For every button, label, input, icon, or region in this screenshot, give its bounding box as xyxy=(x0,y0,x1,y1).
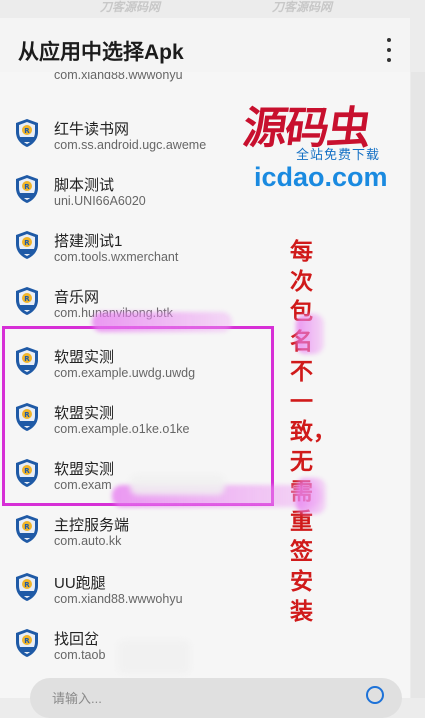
ruanmeng-shield-icon: R xyxy=(14,174,40,204)
watermark-logo: 源码虫 全站免费下载 icdao.com xyxy=(240,92,416,202)
ruanmeng-shield-icon: R xyxy=(14,286,40,316)
svg-text:R: R xyxy=(24,637,30,645)
highlight-smear xyxy=(296,314,324,354)
svg-text:R: R xyxy=(24,295,30,303)
logo-url: icdao.com xyxy=(254,162,388,192)
svg-text:R: R xyxy=(24,239,30,247)
list-item[interactable]: R 搭建测试1 com.tools.wxmerchant xyxy=(0,218,410,274)
package-name: com.tools.wxmerchant xyxy=(54,250,179,264)
list-item[interactable]: R 主控服务端 com.auto.kk xyxy=(0,502,410,558)
ruanmeng-shield-icon: R xyxy=(14,118,40,148)
app-name: 音乐网 xyxy=(54,289,100,306)
svg-text:R: R xyxy=(24,127,30,135)
page-title: 从应用中选择Apk xyxy=(18,41,184,64)
package-name: com.xiand88.wwwohyu xyxy=(54,72,183,82)
package-name: com.xiand88.wwwohyu xyxy=(54,592,183,606)
package-name: com.auto.kk xyxy=(54,534,122,548)
app-name: 脚本测试 xyxy=(54,177,115,194)
search-icon[interactable] xyxy=(366,686,384,704)
more-vert-icon[interactable] xyxy=(384,38,394,62)
top-watermark: 刀客源码网 刀客源码网 xyxy=(0,0,425,18)
app-name: 红牛读书网 xyxy=(54,121,130,138)
svg-text:R: R xyxy=(24,581,30,589)
ruanmeng-shield-icon: R xyxy=(14,572,40,602)
app-name: UU跑腿 xyxy=(54,575,106,592)
svg-text:R: R xyxy=(24,523,30,531)
svg-text:R: R xyxy=(24,183,30,191)
app-name: 找回岔 xyxy=(54,631,100,648)
ruanmeng-shield-icon: R xyxy=(14,230,40,260)
watermark-text: 刀客源码网 xyxy=(272,0,333,14)
red-vertical-note: 每次包名不一致，无需重签安装 xyxy=(290,238,336,624)
highlight-smear xyxy=(296,478,326,514)
list-item[interactable]: R UU跑腿 com.xiand88.wwwohyu xyxy=(0,560,410,616)
package-name: com.taob xyxy=(54,648,106,662)
app-bar: 从应用中选择Apk xyxy=(0,18,410,80)
app-name: 搭建测试1 xyxy=(54,233,123,250)
redaction-blur xyxy=(130,475,225,495)
package-name: uni.UNI66A6020 xyxy=(54,194,146,208)
redaction-blur xyxy=(118,640,190,674)
app-name: 主控服务端 xyxy=(54,517,130,534)
list-item[interactable]: R 找回岔 com.taob xyxy=(0,616,410,672)
logo-subtitle: 全站免费下载 xyxy=(296,147,381,162)
search-bar[interactable]: 请输入... xyxy=(30,678,402,718)
watermark-text: 刀客源码网 xyxy=(100,0,161,14)
highlight-smear xyxy=(92,312,232,332)
package-name: com.ss.android.ugc.aweme xyxy=(54,138,207,152)
ruanmeng-shield-icon: R xyxy=(14,628,40,658)
ruanmeng-shield-icon: R xyxy=(14,514,40,544)
wechat-icon xyxy=(14,72,40,74)
